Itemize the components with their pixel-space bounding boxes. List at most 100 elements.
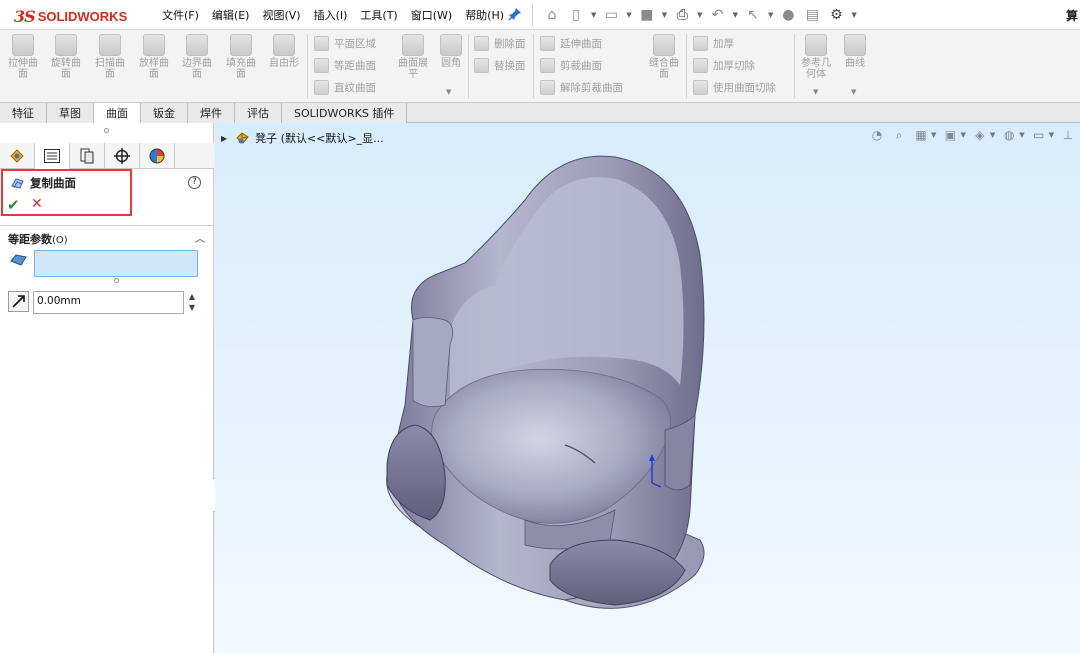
replace-face-button[interactable]: 替换面	[474, 55, 526, 75]
select-cursor-icon[interactable]: ↖	[744, 6, 762, 24]
file-properties-icon[interactable]: ▤	[803, 6, 821, 24]
gear-icon[interactable]: ⚙	[827, 6, 845, 24]
spin-down-icon[interactable]: ▼	[187, 302, 197, 313]
distance-spinner[interactable]: ▲ ▼	[187, 291, 197, 314]
thicken-button[interactable]: 加厚	[693, 33, 734, 53]
menu-help[interactable]: 帮助(H)	[465, 7, 504, 23]
print-icon[interactable]: ⎙	[673, 6, 691, 24]
menu-view[interactable]: 视图(V)	[262, 7, 300, 23]
offset-surface-button[interactable]: 等距曲面	[314, 55, 376, 75]
tab-feature-manager[interactable]	[0, 143, 35, 169]
menu-insert[interactable]: 插入(I)	[314, 7, 348, 23]
extend-surface-button[interactable]: 延伸曲面	[540, 33, 602, 53]
untrim-surface-button[interactable]: 解除剪裁曲面	[540, 77, 623, 97]
revolved-surface-icon	[55, 34, 77, 56]
divider	[307, 34, 308, 98]
knit-surface-button[interactable]: 缝合曲面	[645, 34, 683, 80]
chevron-down-icon[interactable]: ▼	[990, 131, 995, 139]
graphics-area[interactable]: ▶ 凳子 (默认<<默认>_显... ◔ ⌕ ▦ ▼ ▣ ▼ ◈ ▼ ◍ ▼ ▭ ▼ ⊥	[215, 123, 1080, 653]
thicken-cut-button[interactable]: 加厚切除	[693, 55, 755, 75]
chevron-down-icon[interactable]: ▼	[591, 11, 596, 19]
tab-addins[interactable]: SOLIDWORKS 插件	[282, 103, 408, 123]
tab-dimxpert-manager[interactable]	[105, 143, 140, 169]
curves-button[interactable]: 曲线	[840, 34, 870, 69]
revolved-surface-button[interactable]: 旋转曲面	[49, 34, 83, 80]
pin-icon[interactable]	[508, 7, 522, 21]
rebuild-icon[interactable]: ●	[779, 6, 797, 24]
tab-weldments[interactable]: 焊件	[188, 103, 235, 123]
chevron-down-icon[interactable]: ▼	[1049, 131, 1054, 139]
chevron-down-icon[interactable]: ▼	[1019, 131, 1024, 139]
zoom-area-icon[interactable]: ⌕	[891, 127, 907, 143]
display-style-icon[interactable]: ◈	[972, 127, 988, 143]
open-folder-icon[interactable]: ▭	[602, 6, 620, 24]
chair-model[interactable]	[365, 145, 745, 640]
trim-surface-button[interactable]: 剪裁曲面	[540, 55, 602, 75]
chevron-down-icon[interactable]: ▼	[931, 131, 936, 139]
tab-sheet-metal[interactable]: 钣金	[141, 103, 188, 123]
swept-surface-button[interactable]: 扫描曲面	[93, 34, 127, 80]
menu-file[interactable]: 文件(F)	[162, 7, 199, 23]
tab-property-manager[interactable]	[35, 143, 70, 169]
chevron-down-icon[interactable]: ▼	[851, 11, 856, 19]
home-icon[interactable]: ⌂	[543, 6, 561, 24]
chevron-down-icon[interactable]: ▼	[697, 11, 702, 19]
boundary-surface-button[interactable]: 边界曲面	[180, 34, 214, 80]
offset-distance-input[interactable]: 0.00mm	[33, 291, 184, 314]
swept-surface-icon	[99, 34, 121, 56]
offset-surface-icon	[314, 57, 329, 73]
chevron-down-icon[interactable]: ▼	[851, 88, 856, 96]
chevron-down-icon[interactable]: ▼	[960, 131, 965, 139]
chevron-down-icon[interactable]: ▼	[733, 11, 738, 19]
panel-grip[interactable]	[104, 128, 109, 133]
delete-face-button[interactable]: 删除面	[474, 33, 526, 53]
menu-edit[interactable]: 编辑(E)	[212, 7, 250, 23]
tab-evaluate[interactable]: 评估	[235, 103, 282, 123]
offset-distance-icon[interactable]	[8, 291, 29, 312]
filled-surface-button[interactable]: 填充曲面	[224, 34, 258, 80]
chevron-down-icon[interactable]: ▼	[662, 11, 667, 19]
chevron-down-icon[interactable]: ▼	[626, 11, 631, 19]
spin-up-icon[interactable]: ▲	[187, 291, 197, 302]
tab-features[interactable]: 特征	[0, 103, 47, 123]
undo-icon[interactable]: ↶	[709, 6, 727, 24]
ruled-surface-button[interactable]: 直纹曲面	[314, 77, 376, 97]
view-orientation-icon[interactable]: ▣	[942, 127, 958, 143]
pin-toolbar-icon[interactable]: ⊥	[1060, 127, 1076, 143]
zoom-fit-icon[interactable]: ◔	[869, 127, 885, 143]
new-document-icon[interactable]: ▯	[567, 6, 585, 24]
replace-face-icon	[474, 57, 489, 73]
chevron-up-icon[interactable]: ︿	[195, 230, 205, 245]
lofted-surface-button[interactable]: 放样曲面	[137, 34, 171, 80]
menu-tools[interactable]: 工具(T)	[360, 7, 397, 23]
previous-view-icon[interactable]: ▦	[913, 127, 929, 143]
planar-surface-button[interactable]: 平面区域	[314, 33, 376, 53]
cancel-button[interactable]: ✕	[31, 196, 43, 212]
expand-arrow-icon[interactable]: ▶	[221, 134, 227, 143]
ok-button[interactable]: ✔	[7, 196, 20, 214]
hide-show-icon[interactable]: ◍	[1001, 127, 1017, 143]
chevron-down-icon[interactable]: ▼	[813, 88, 818, 96]
tab-display-manager[interactable]	[140, 143, 175, 169]
freeform-button[interactable]: 自由形	[267, 34, 301, 69]
chevron-down-icon[interactable]: ▼	[446, 88, 451, 96]
chevron-down-icon[interactable]: ▼	[768, 11, 773, 19]
list-resize-grip[interactable]	[114, 278, 119, 283]
flatten-surface-button[interactable]: 曲面展平	[394, 34, 432, 80]
surface-cut-button[interactable]: 使用曲面切除	[693, 77, 776, 97]
tab-surfaces[interactable]: 曲面	[94, 103, 141, 123]
fillet-button[interactable]: 圆角	[436, 34, 466, 69]
menu-window[interactable]: 窗口(W)	[411, 7, 452, 23]
help-icon[interactable]: ?	[188, 176, 201, 189]
surface-selection-box[interactable]	[34, 250, 198, 277]
tab-sketch[interactable]: 草图	[47, 103, 94, 123]
offset-parameters-header[interactable]: 等距参数(O)	[8, 231, 68, 247]
solidworks-logo[interactable]: 3S SOLIDWORKS	[14, 6, 127, 26]
monitor-icon[interactable]: ▭	[1031, 127, 1047, 143]
reference-geometry-button[interactable]: 参考几何体	[798, 34, 834, 80]
extruded-surface-button[interactable]: 拉伸曲面	[6, 34, 40, 80]
save-icon[interactable]: ■	[638, 6, 656, 24]
button-label: 删除面	[494, 37, 526, 50]
tab-configuration-manager[interactable]	[70, 143, 105, 169]
feature-tree-flyout[interactable]: ▶ 凳子 (默认<<默认>_显...	[221, 130, 384, 146]
